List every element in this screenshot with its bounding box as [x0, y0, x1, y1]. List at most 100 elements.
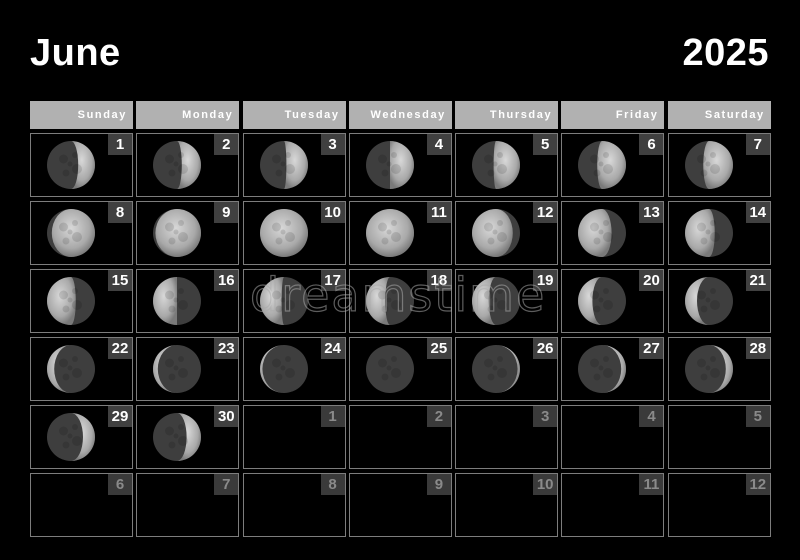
moon-crater [492, 365, 498, 371]
moon-crater [487, 169, 495, 177]
date-number: 10 [320, 202, 345, 223]
day-cell[interactable]: 5 [455, 133, 559, 197]
other-month-day-cell[interactable]: 4 [561, 405, 665, 469]
day-cell[interactable]: 7 [667, 133, 771, 197]
day-cell[interactable]: 22 [30, 337, 133, 401]
day-cell[interactable]: 26 [455, 337, 559, 401]
day-cell[interactable]: 25 [348, 337, 452, 401]
day-cell[interactable]: 29 [30, 405, 133, 469]
day-cell[interactable]: 24 [242, 337, 346, 401]
moon-crater [275, 373, 283, 381]
day-cell[interactable]: 14 [667, 201, 771, 265]
moon-crater [284, 288, 291, 294]
moon-crater [705, 161, 711, 167]
moon-crater [598, 365, 604, 371]
moon-crater [593, 237, 601, 245]
moon-phase-icon [47, 277, 95, 325]
date-number: 7 [745, 134, 770, 155]
day-cell[interactable]: 27 [561, 337, 665, 401]
day-cell[interactable]: 15 [30, 269, 133, 333]
day-cell[interactable]: 16 [136, 269, 240, 333]
moon-crater [603, 368, 614, 378]
date-number: 20 [639, 270, 664, 291]
moon-crater [62, 305, 70, 313]
moon-crater [280, 229, 286, 235]
moon-crater [275, 305, 283, 313]
other-month-day-cell[interactable]: 11 [561, 473, 665, 537]
day-cell[interactable]: 4 [348, 133, 452, 197]
moon-phase-icon [578, 141, 627, 189]
moon-crater [62, 373, 70, 381]
other-month-day-cell[interactable]: 9 [348, 473, 452, 537]
moon-crater [377, 154, 387, 164]
moon-crater [178, 424, 185, 430]
moon-crater [168, 441, 176, 449]
day-cell[interactable]: 11 [348, 201, 452, 265]
date-number: 17 [320, 270, 345, 291]
moon-lit-area [472, 209, 513, 257]
day-cell[interactable]: 21 [667, 269, 771, 333]
day-cell[interactable]: 20 [561, 269, 665, 333]
moon-crater [72, 356, 78, 362]
moon-crater [390, 300, 401, 310]
day-cell[interactable]: 12 [455, 201, 559, 265]
other-month-day-cell[interactable]: 1 [242, 405, 346, 469]
moon-crater [497, 368, 508, 378]
day-cell[interactable]: 8 [30, 201, 133, 265]
date-number: 2 [426, 406, 451, 427]
day-cell[interactable]: 30 [136, 405, 240, 469]
day-cell[interactable]: 2 [136, 133, 240, 197]
moon-crater [165, 154, 175, 164]
moon-crater [603, 220, 610, 226]
moon-crater [72, 152, 78, 158]
moon-crater [709, 356, 716, 362]
moon-crater [284, 368, 295, 378]
other-month-day-cell[interactable]: 5 [667, 405, 771, 469]
moon-crater [271, 222, 281, 232]
date-number: 12 [533, 202, 558, 223]
other-month-day-cell[interactable]: 6 [30, 473, 133, 537]
moon-phase-icon [472, 345, 521, 393]
day-cell[interactable]: 23 [136, 337, 240, 401]
day-cell[interactable]: 13 [561, 201, 665, 265]
moon-crater [497, 220, 504, 226]
day-cell[interactable]: 19 [455, 269, 559, 333]
moon-crater [59, 154, 68, 164]
other-month-day-cell[interactable]: 2 [348, 405, 452, 469]
moon-crater [598, 297, 604, 303]
moon-crater [284, 220, 291, 226]
moon-phase-icon [472, 277, 521, 325]
day-cell[interactable]: 6 [561, 133, 665, 197]
other-month-day-cell[interactable]: 3 [455, 405, 559, 469]
moon-crater [284, 232, 295, 242]
other-month-day-cell[interactable]: 10 [455, 473, 559, 537]
moon-crater [700, 169, 708, 177]
day-cell[interactable]: 18 [348, 269, 452, 333]
moon-phase-icon [259, 209, 308, 257]
moon-crater [484, 290, 494, 300]
date-number: 6 [108, 474, 132, 495]
day-cell[interactable]: 28 [667, 337, 771, 401]
moon-lit-area [684, 209, 715, 257]
moon-crater [284, 356, 291, 362]
moon-crater [62, 169, 70, 177]
day-cell[interactable]: 10 [242, 201, 346, 265]
day-cell[interactable]: 9 [136, 201, 240, 265]
day-cell[interactable]: 1 [30, 133, 133, 197]
moon-crater [72, 232, 82, 242]
date-number: 1 [320, 406, 345, 427]
moon-crater [386, 297, 392, 303]
date-number: 18 [426, 270, 451, 291]
day-cell[interactable]: 3 [242, 133, 346, 197]
moon-phase-icon [578, 277, 627, 325]
moon-crater [275, 169, 283, 177]
other-month-day-cell[interactable]: 8 [242, 473, 346, 537]
moon-crater [487, 373, 495, 381]
moon-crater [67, 297, 73, 303]
moon-phase-icon [47, 413, 95, 461]
day-cell[interactable]: 17 [242, 269, 346, 333]
moon-crater [497, 356, 504, 362]
other-month-day-cell[interactable]: 12 [667, 473, 771, 537]
moon-crater [72, 436, 82, 446]
other-month-day-cell[interactable]: 7 [136, 473, 240, 537]
